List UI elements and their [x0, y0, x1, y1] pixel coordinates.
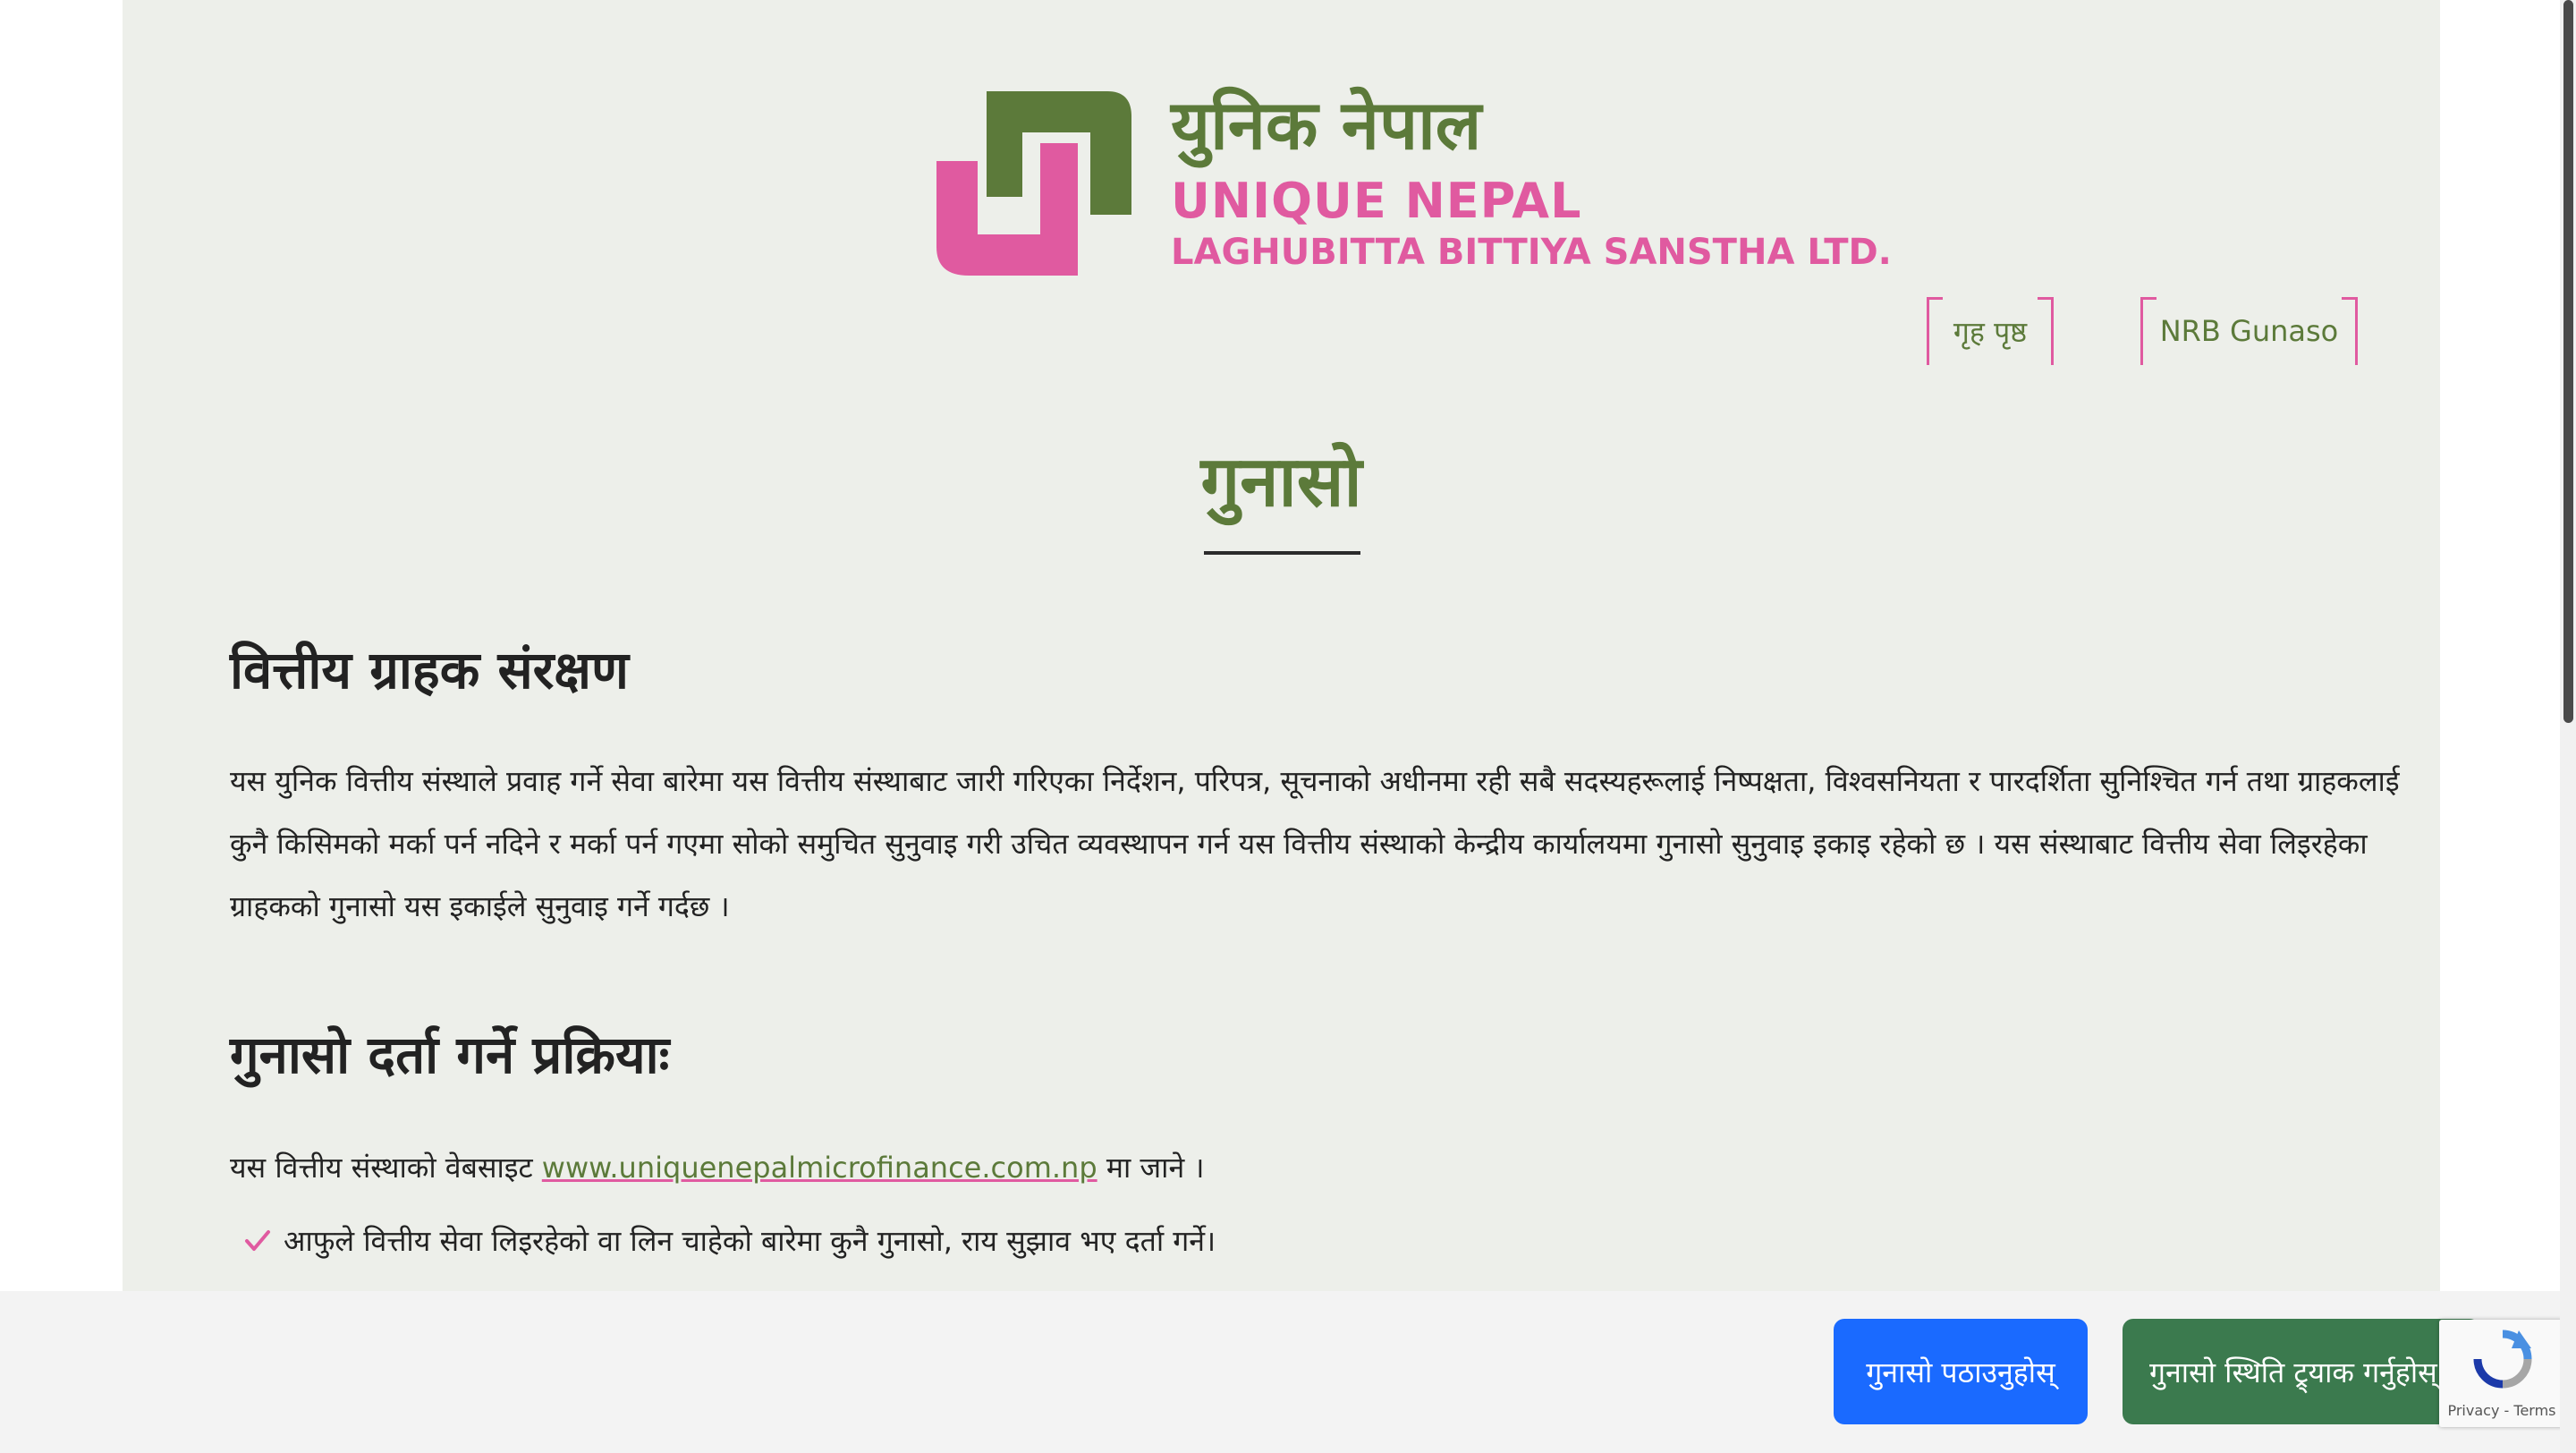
recaptcha-terms-link[interactable]: Terms [2513, 1402, 2555, 1419]
brand-logo[interactable]: युनिक नेपाल UNIQUE NEPAL LAGHUBITTA BITT… [933, 85, 1892, 286]
send-complaint-button[interactable]: गुनासो पठाउनुहोस् [1834, 1319, 2088, 1424]
website-link[interactable]: www.uniquenepalmicrofinance.com.np [542, 1151, 1097, 1185]
recaptcha-icon [2473, 1330, 2532, 1389]
website-instruction: यस वित्तीय संस्थाको वेबसाइट www.uniquene… [230, 1145, 1205, 1190]
scrollbar-thumb[interactable] [2563, 0, 2573, 723]
logo-name-nepali: युनिक नेपाल [1171, 85, 1482, 165]
recaptcha-separator: - [2504, 1402, 2510, 1419]
protection-paragraph: यस युनिक वित्तीय संस्थाले प्रवाह गर्ने स… [230, 764, 2400, 923]
process-step-text: आफुले वित्तीय सेवा लिइरहेको वा लिन चाहेक… [284, 1224, 1216, 1258]
section-heading-process: गुनासो दर्ता गर्ने प्रक्रियाः [230, 1024, 670, 1085]
section-heading-protection: वित्तीय ग्राहक संरक्षण [230, 640, 629, 701]
check-icon [245, 1230, 270, 1251]
recaptcha-badge[interactable]: Privacy - Terms [2439, 1320, 2564, 1427]
website-suffix: मा जाने । [1106, 1151, 1205, 1185]
recaptcha-links: Privacy - Terms [2439, 1402, 2564, 1419]
page-title: गुनासो [1200, 442, 1362, 523]
logo-u-mark-icon [936, 91, 1131, 276]
recaptcha-privacy-link[interactable]: Privacy [2447, 1402, 2499, 1419]
title-underline [1204, 551, 1360, 555]
logo-name-english: UNIQUE NEPAL [1171, 173, 1582, 229]
website-prefix: यस वित्तीय संस्थाको वेबसाइट [230, 1151, 533, 1185]
process-step-item: आफुले वित्तीय सेवा लिइरहेको वा लिन चाहेक… [244, 1219, 1216, 1263]
nav-nrb-gunaso-link[interactable]: NRB Gunaso [2140, 297, 2358, 365]
nav-home-link[interactable]: गृह पृष्ठ [1927, 297, 2054, 365]
logo-tagline: LAGHUBITTA BITTIYA SANSTHA LTD. [1171, 232, 1892, 273]
page-content: युनिक नेपाल UNIQUE NEPAL LAGHUBITTA BITT… [123, 0, 2440, 1453]
track-complaint-button[interactable]: गुनासो स्थिति ट्र्याक गर्नुहोस् [2123, 1319, 2480, 1424]
